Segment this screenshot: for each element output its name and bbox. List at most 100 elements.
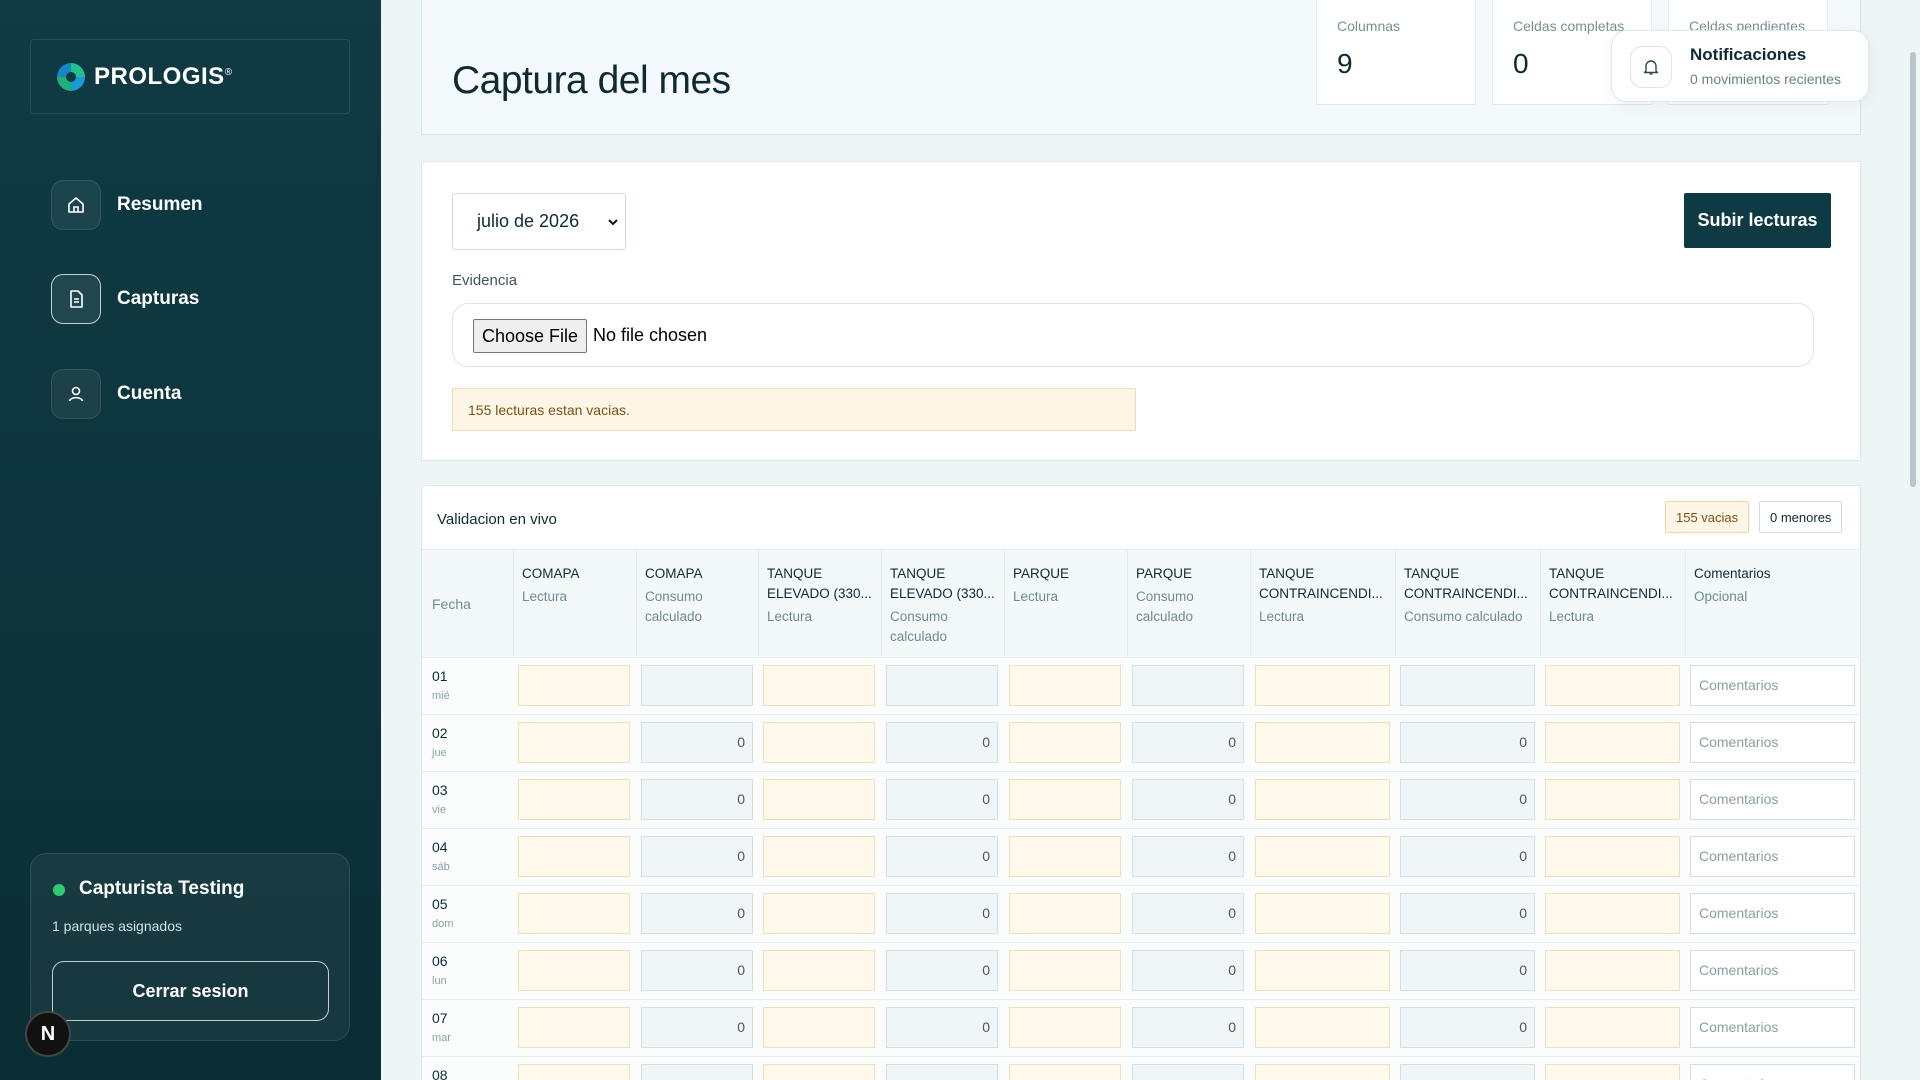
- reading-input[interactable]: [1009, 893, 1121, 934]
- consumption-field: 0: [1400, 1007, 1535, 1048]
- nav-label: Capturas: [117, 288, 200, 309]
- column-header-subtitle: Lectura: [1013, 589, 1059, 604]
- row-day-number: 06: [432, 953, 448, 969]
- reading-input[interactable]: [1255, 1007, 1390, 1048]
- user-name: Capturista Testing: [79, 878, 245, 899]
- month-select-value: julio de 2026: [477, 211, 580, 231]
- comment-input[interactable]: Comentarios: [1690, 836, 1855, 877]
- reading-input[interactable]: [518, 1007, 630, 1048]
- reading-input[interactable]: [763, 722, 875, 763]
- reading-input[interactable]: [1255, 665, 1390, 706]
- notifications-panel[interactable]: Notificaciones 0 movimientos recientes: [1611, 30, 1869, 102]
- evidence-label: Evidencia: [452, 272, 518, 289]
- consumption-field: 0: [886, 836, 998, 877]
- comment-input[interactable]: Comentarios: [1690, 950, 1855, 991]
- consumption-field: 0: [1132, 1007, 1244, 1048]
- month-select[interactable]: julio de 2026: [452, 193, 626, 250]
- reading-input[interactable]: [763, 950, 875, 991]
- online-status-dot: [53, 884, 65, 896]
- reading-input[interactable]: [1545, 779, 1680, 820]
- reading-input[interactable]: [1255, 1064, 1390, 1080]
- column-header-name: COMAPA: [522, 566, 580, 581]
- row-weekday: dom: [432, 918, 454, 930]
- page-scrollbar[interactable]: [1910, 52, 1916, 487]
- column-header-subtitle: Opcional: [1694, 589, 1748, 604]
- brand-logo[interactable]: PROLOGIS®: [30, 39, 350, 114]
- sidebar: PROLOGIS® Resumen Capturas Cuenta Captur…: [0, 0, 381, 1080]
- column-header-name: TANQUE CONTRAINCENDI...: [1549, 566, 1673, 601]
- choose-file-button[interactable]: Choose File: [473, 319, 587, 353]
- reading-input[interactable]: [1255, 836, 1390, 877]
- comment-input[interactable]: Comentarios: [1690, 779, 1855, 820]
- nav-label: Resumen: [117, 194, 203, 215]
- reading-input[interactable]: [518, 836, 630, 877]
- reading-input[interactable]: [763, 836, 875, 877]
- table-header: Fecha COMAPA Lectura COMAPA Consumo calcula…: [422, 549, 1860, 658]
- reading-input[interactable]: [763, 779, 875, 820]
- reading-input[interactable]: [1545, 665, 1680, 706]
- row-weekday: jue: [432, 747, 447, 759]
- consumption-field: 0: [1400, 722, 1535, 763]
- consumption-field: 0: [886, 779, 998, 820]
- page-title: Captura del mes: [452, 59, 731, 102]
- reading-input[interactable]: [1545, 893, 1680, 934]
- stat-label: Columnas: [1337, 18, 1401, 34]
- reading-input[interactable]: [1545, 1007, 1680, 1048]
- reading-input[interactable]: [518, 950, 630, 991]
- reading-input[interactable]: [1009, 1007, 1121, 1048]
- reading-input[interactable]: [1009, 665, 1121, 706]
- reading-input[interactable]: [1009, 1064, 1121, 1080]
- consumption-field: 0: [1400, 779, 1535, 820]
- consumption-field: 0: [641, 893, 753, 934]
- comment-input[interactable]: Comentarios: [1690, 665, 1855, 706]
- bell-icon: [1630, 46, 1672, 88]
- reading-input[interactable]: [1255, 893, 1390, 934]
- upload-card: julio de 2026 Subir lecturas Evidencia C…: [421, 161, 1861, 461]
- reading-input[interactable]: [518, 722, 630, 763]
- consumption-field: 0: [641, 836, 753, 877]
- notifications-title: Notificaciones: [1690, 45, 1807, 64]
- reading-input[interactable]: [518, 1064, 630, 1080]
- comment-input[interactable]: Comentarios: [1690, 722, 1855, 763]
- reading-input[interactable]: [1255, 722, 1390, 763]
- nav-item-capturas[interactable]: Capturas: [51, 274, 199, 324]
- consumption-field: 0: [1132, 779, 1244, 820]
- reading-input[interactable]: [1009, 950, 1121, 991]
- logout-button[interactable]: Cerrar sesion: [52, 961, 329, 1021]
- reading-input[interactable]: [518, 893, 630, 934]
- reading-input[interactable]: [1009, 779, 1121, 820]
- column-header: PARQUE Consumo calculado: [1127, 550, 1250, 658]
- reading-input[interactable]: [1255, 779, 1390, 820]
- reading-input[interactable]: [763, 665, 875, 706]
- column-header-name: Comentarios: [1694, 566, 1771, 581]
- reading-input[interactable]: [763, 893, 875, 934]
- reading-input[interactable]: [1009, 722, 1121, 763]
- reading-input[interactable]: [518, 665, 630, 706]
- notifications-subtitle: 0 movimientos recientes: [1690, 71, 1841, 87]
- comment-input[interactable]: Comentarios: [1690, 1007, 1855, 1048]
- column-header-subtitle: Lectura: [767, 609, 813, 624]
- dev-tools-badge[interactable]: N: [25, 1011, 71, 1057]
- reading-input[interactable]: [763, 1007, 875, 1048]
- reading-input[interactable]: [1545, 1064, 1680, 1080]
- upload-readings-button[interactable]: Subir lecturas: [1684, 193, 1831, 248]
- consumption-field: 0: [1400, 950, 1535, 991]
- reading-input[interactable]: [1545, 722, 1680, 763]
- reading-input[interactable]: [518, 779, 630, 820]
- reading-input[interactable]: [1545, 950, 1680, 991]
- reading-input[interactable]: [1545, 836, 1680, 877]
- reading-input[interactable]: [763, 1064, 875, 1080]
- stat-value: 9: [1337, 48, 1353, 79]
- reading-input[interactable]: [1255, 950, 1390, 991]
- consumption-field: [1132, 665, 1244, 706]
- comment-input[interactable]: Comentarios: [1690, 1064, 1855, 1080]
- column-header-subtitle: Consumo calculado: [645, 589, 703, 624]
- reading-input[interactable]: [1009, 836, 1121, 877]
- comment-input[interactable]: Comentarios: [1690, 893, 1855, 934]
- nav-item-cuenta[interactable]: Cuenta: [51, 369, 181, 419]
- nav-item-resumen[interactable]: Resumen: [51, 180, 203, 230]
- column-header: COMAPA Lectura: [513, 550, 636, 658]
- column-header-name: PARQUE: [1136, 566, 1193, 581]
- row-day-number: 01: [432, 668, 448, 684]
- consumption-field: 0: [1400, 893, 1535, 934]
